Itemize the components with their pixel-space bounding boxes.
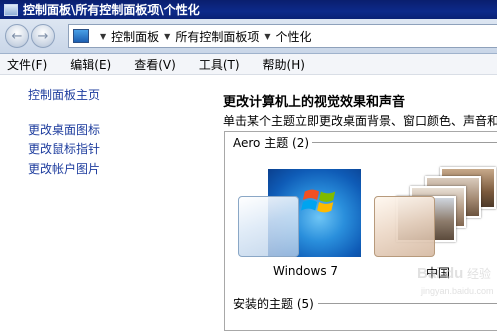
navigation-bar: ← → ▼ 控制面板 ▼ 所有控制面板项 ▼ 个性化 — [0, 19, 497, 54]
change-desktop-icons-link[interactable]: 更改桌面图标 — [28, 121, 100, 138]
baidu-watermark-logo: Bai du 经验 jingyan.baidu.com — [417, 265, 494, 296]
menu-help[interactable]: 帮助(H) — [263, 56, 305, 73]
svg-text:经验: 经验 — [467, 266, 491, 281]
chevron-right-icon[interactable]: ▼ — [100, 32, 106, 41]
back-arrow-icon: ← — [11, 28, 23, 44]
menu-bar: 文件(F) 编辑(E) 查看(V) 工具(T) 帮助(H) — [0, 54, 497, 75]
control-panel-icon — [73, 29, 89, 43]
menu-file[interactable]: 文件(F) — [7, 56, 47, 73]
aero-themes-group-label: Aero 主题 (2) — [233, 136, 310, 150]
task-pane: 控制面板主页 更改桌面图标 更改鼠标指针 更改帐户图片 — [0, 75, 215, 317]
window-color-swatch — [374, 196, 435, 257]
window-color-swatch — [238, 196, 299, 257]
back-button[interactable]: ← — [5, 24, 29, 48]
theme-name: Windows 7 — [273, 264, 339, 278]
group-divider — [312, 142, 497, 143]
change-account-picture-link[interactable]: 更改帐户图片 — [28, 160, 100, 177]
breadcrumb-all-items[interactable]: 所有控制面板项 — [175, 28, 259, 45]
menu-edit[interactable]: 编辑(E) — [70, 56, 111, 73]
svg-text:Bai: Bai — [417, 265, 440, 282]
control-panel-icon — [4, 3, 18, 16]
chevron-right-icon[interactable]: ▼ — [164, 32, 170, 41]
window-title: 控制面板\所有控制面板项\个性化 — [23, 3, 200, 17]
group-divider — [318, 303, 497, 304]
forward-button[interactable]: → — [31, 24, 55, 48]
address-bar[interactable]: ▼ 控制面板 ▼ 所有控制面板项 ▼ 个性化 — [68, 24, 497, 48]
menu-view[interactable]: 查看(V) — [134, 56, 176, 73]
page-description: 单击某个主题立即更改桌面背景、窗口颜色、声音和 — [223, 114, 497, 128]
svg-text:jingyan.baidu.com: jingyan.baidu.com — [420, 286, 494, 296]
chevron-right-icon[interactable]: ▼ — [264, 32, 270, 41]
forward-arrow-icon: → — [37, 28, 49, 44]
change-mouse-pointers-link[interactable]: 更改鼠标指针 — [28, 140, 100, 157]
page-heading: 更改计算机上的视觉效果和声音 — [223, 95, 406, 110]
breadcrumb-control-panel[interactable]: 控制面板 — [111, 28, 159, 45]
control-panel-home-link[interactable]: 控制面板主页 — [28, 86, 100, 103]
menu-tools[interactable]: 工具(T) — [199, 56, 240, 73]
installed-themes-group-label: 安装的主题 (5) — [233, 297, 314, 311]
svg-text:du: du — [445, 265, 463, 282]
breadcrumb-personalization[interactable]: 个性化 — [276, 28, 312, 45]
windows-logo-icon — [301, 189, 336, 213]
title-bar: 控制面板\所有控制面板项\个性化 — [0, 0, 497, 19]
